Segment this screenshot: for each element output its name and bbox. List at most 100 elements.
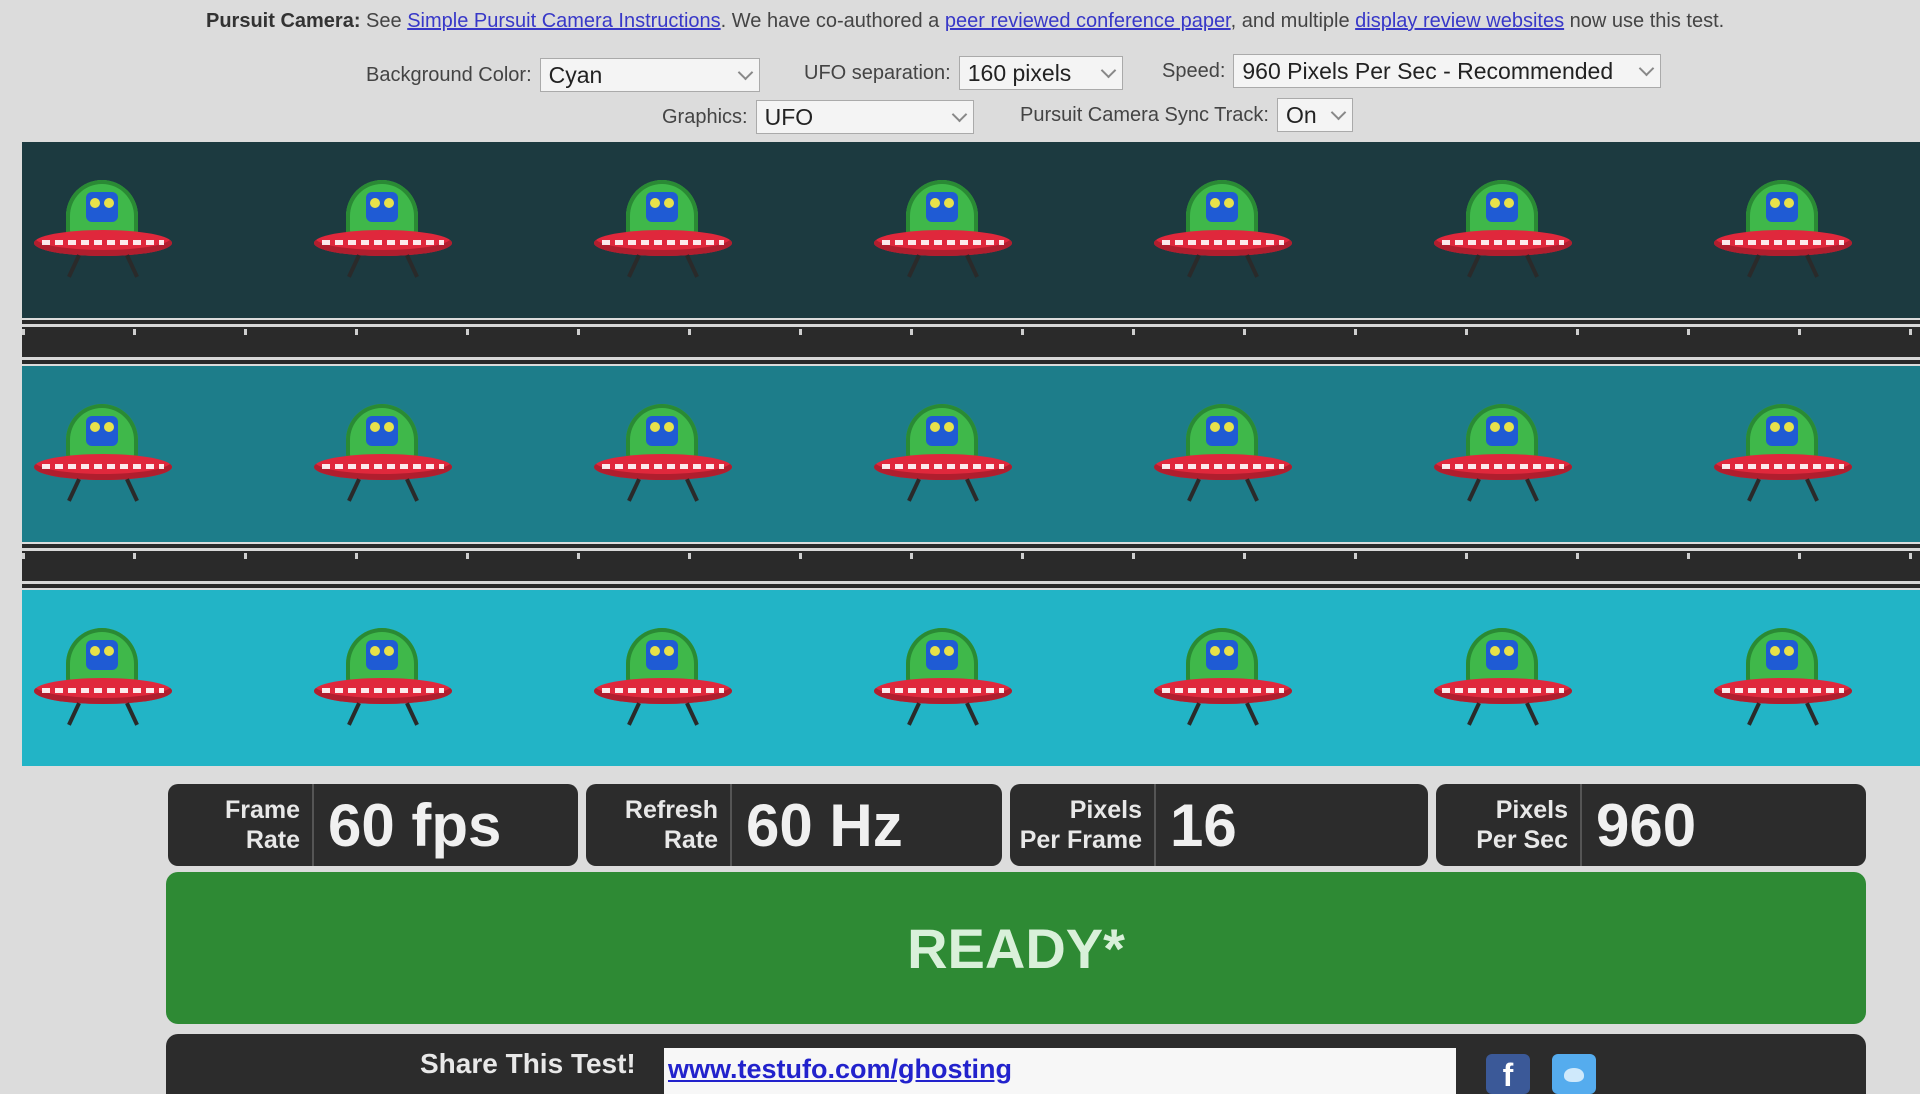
track-tick xyxy=(577,329,580,335)
track-tick xyxy=(1465,329,1468,335)
pixels-per-sec-value: 960 xyxy=(1596,791,1697,859)
link-pursuit-instructions[interactable]: Simple Pursuit Camera Instructions xyxy=(407,10,720,32)
track-tick xyxy=(910,553,913,559)
ready-status-banner: READY* xyxy=(166,872,1866,1024)
pixels-per-frame-stat: Pixels Per Frame 16 xyxy=(1010,784,1428,866)
track-tick xyxy=(1243,553,1246,559)
ufo-lane-medium xyxy=(22,366,1920,542)
sync-track-label: Pursuit Camera Sync Track: xyxy=(1020,103,1269,126)
track-tick xyxy=(799,329,802,335)
ufo-sprite xyxy=(868,180,1018,284)
track-tick xyxy=(1687,553,1690,559)
ufo-sprite xyxy=(308,628,458,732)
speed-value: 960 Pixels Per Sec - Recommended xyxy=(1242,57,1614,84)
chevron-down-icon xyxy=(1100,62,1117,78)
chevron-down-icon xyxy=(1330,104,1347,120)
speed-label: Speed: xyxy=(1162,59,1226,82)
pixels-per-sec-stat: Pixels Per Sec 960 xyxy=(1436,784,1866,866)
ufo-sprite xyxy=(308,180,458,284)
ufo-lane-cyan xyxy=(22,590,1920,766)
info-mid1: . We have co-authored a xyxy=(720,10,945,32)
sync-track-control: Pursuit Camera Sync Track: On xyxy=(1020,98,1353,132)
track-tick xyxy=(133,553,136,559)
ufo-sprite xyxy=(1428,628,1578,732)
ufo-sprite xyxy=(588,180,738,284)
track-tick xyxy=(1465,553,1468,559)
track-tick xyxy=(688,329,691,335)
track-tick xyxy=(1132,329,1135,335)
ufo-sprite xyxy=(868,628,1018,732)
refresh-rate-label: Refresh Rate xyxy=(586,784,732,866)
pixels-per-sec-label-line1: Pixels xyxy=(1495,796,1568,824)
ufo-sprite xyxy=(1148,180,1298,284)
pixels-per-sec-label-line2: Per Sec xyxy=(1476,826,1568,854)
ufo-sprite xyxy=(588,404,738,508)
track-tick xyxy=(22,329,25,335)
track-tick xyxy=(244,553,247,559)
track-tick xyxy=(133,329,136,335)
share-url-field[interactable]: www.testufo.com/ghosting xyxy=(664,1048,1456,1094)
track-tick xyxy=(910,329,913,335)
ufo-separation-select[interactable]: 160 pixels xyxy=(958,56,1123,90)
track-tick xyxy=(466,553,469,559)
ufo-sprite xyxy=(28,628,178,732)
graphics-control: Graphics: UFO xyxy=(662,100,974,134)
track-tick xyxy=(1798,553,1801,559)
background-color-select[interactable]: Cyan xyxy=(539,58,760,92)
twitter-icon[interactable] xyxy=(1552,1054,1596,1094)
track-tick xyxy=(244,329,247,335)
ufo-sprite xyxy=(1148,628,1298,732)
ufo-sprite xyxy=(1708,404,1858,508)
facebook-icon[interactable]: f xyxy=(1486,1054,1530,1094)
track-tick xyxy=(1132,553,1135,559)
refresh-rate-value: 60 Hz xyxy=(746,791,903,859)
refresh-rate-label-line2: Rate xyxy=(663,826,718,854)
ufo-sprite xyxy=(1708,180,1858,284)
chevron-down-icon xyxy=(951,106,967,122)
frame-rate-label-line2: Rate xyxy=(245,826,300,854)
track-tick xyxy=(466,329,469,335)
track-tick xyxy=(1798,329,1801,335)
frame-rate-label: Frame Rate xyxy=(168,784,314,866)
track-tick xyxy=(355,553,358,559)
track-tick xyxy=(1576,553,1579,559)
ufo-separation-value: 160 pixels xyxy=(967,59,1072,86)
pixels-per-frame-label-line2: Per Frame xyxy=(1019,826,1142,854)
pixels-per-frame-label: Pixels Per Frame xyxy=(1010,784,1156,866)
track-tick xyxy=(1576,329,1579,335)
sync-track-select[interactable]: On xyxy=(1276,98,1353,132)
graphics-select[interactable]: UFO xyxy=(755,100,974,134)
track-tick xyxy=(355,329,358,335)
refresh-rate-label-line1: Refresh xyxy=(624,796,718,824)
ufo-separation-label: UFO separation: xyxy=(804,61,951,84)
frame-rate-value: 60 fps xyxy=(328,791,502,859)
track-tick xyxy=(1909,553,1912,559)
link-review-websites[interactable]: display review websites xyxy=(1355,10,1564,32)
chevron-down-icon xyxy=(737,64,753,80)
ufo-sprite xyxy=(308,404,458,508)
track-tick xyxy=(1021,329,1024,335)
track-tick xyxy=(22,553,25,559)
sync-track xyxy=(22,544,1920,588)
frame-rate-stat: Frame Rate 60 fps xyxy=(168,784,578,866)
background-color-value: Cyan xyxy=(548,61,603,88)
ufo-separation-control: UFO separation: 160 pixels xyxy=(804,56,1123,90)
info-line: Pursuit Camera: See Simple Pursuit Camer… xyxy=(206,10,1724,33)
track-tick xyxy=(688,553,691,559)
speed-select[interactable]: 960 Pixels Per Sec - Recommended xyxy=(1233,54,1662,88)
ufo-sprite xyxy=(1428,404,1578,508)
refresh-rate-stat: Refresh Rate 60 Hz xyxy=(586,784,1002,866)
ufo-sprite xyxy=(1148,404,1298,508)
pixels-per-frame-value: 16 xyxy=(1170,791,1237,859)
track-tick xyxy=(1021,553,1024,559)
ufo-sprite xyxy=(1708,628,1858,732)
ufo-sprite xyxy=(1428,180,1578,284)
ufo-sprite xyxy=(868,404,1018,508)
info-mid2: , and multiple xyxy=(1230,10,1356,32)
graphics-value: UFO xyxy=(764,103,814,130)
ufo-sprite xyxy=(28,404,178,508)
sync-track xyxy=(22,320,1920,364)
ufo-sprite xyxy=(588,628,738,732)
link-conference-paper[interactable]: peer reviewed conference paper xyxy=(945,10,1231,32)
share-bar: Share This Test! www.testufo.com/ghostin… xyxy=(166,1034,1866,1094)
